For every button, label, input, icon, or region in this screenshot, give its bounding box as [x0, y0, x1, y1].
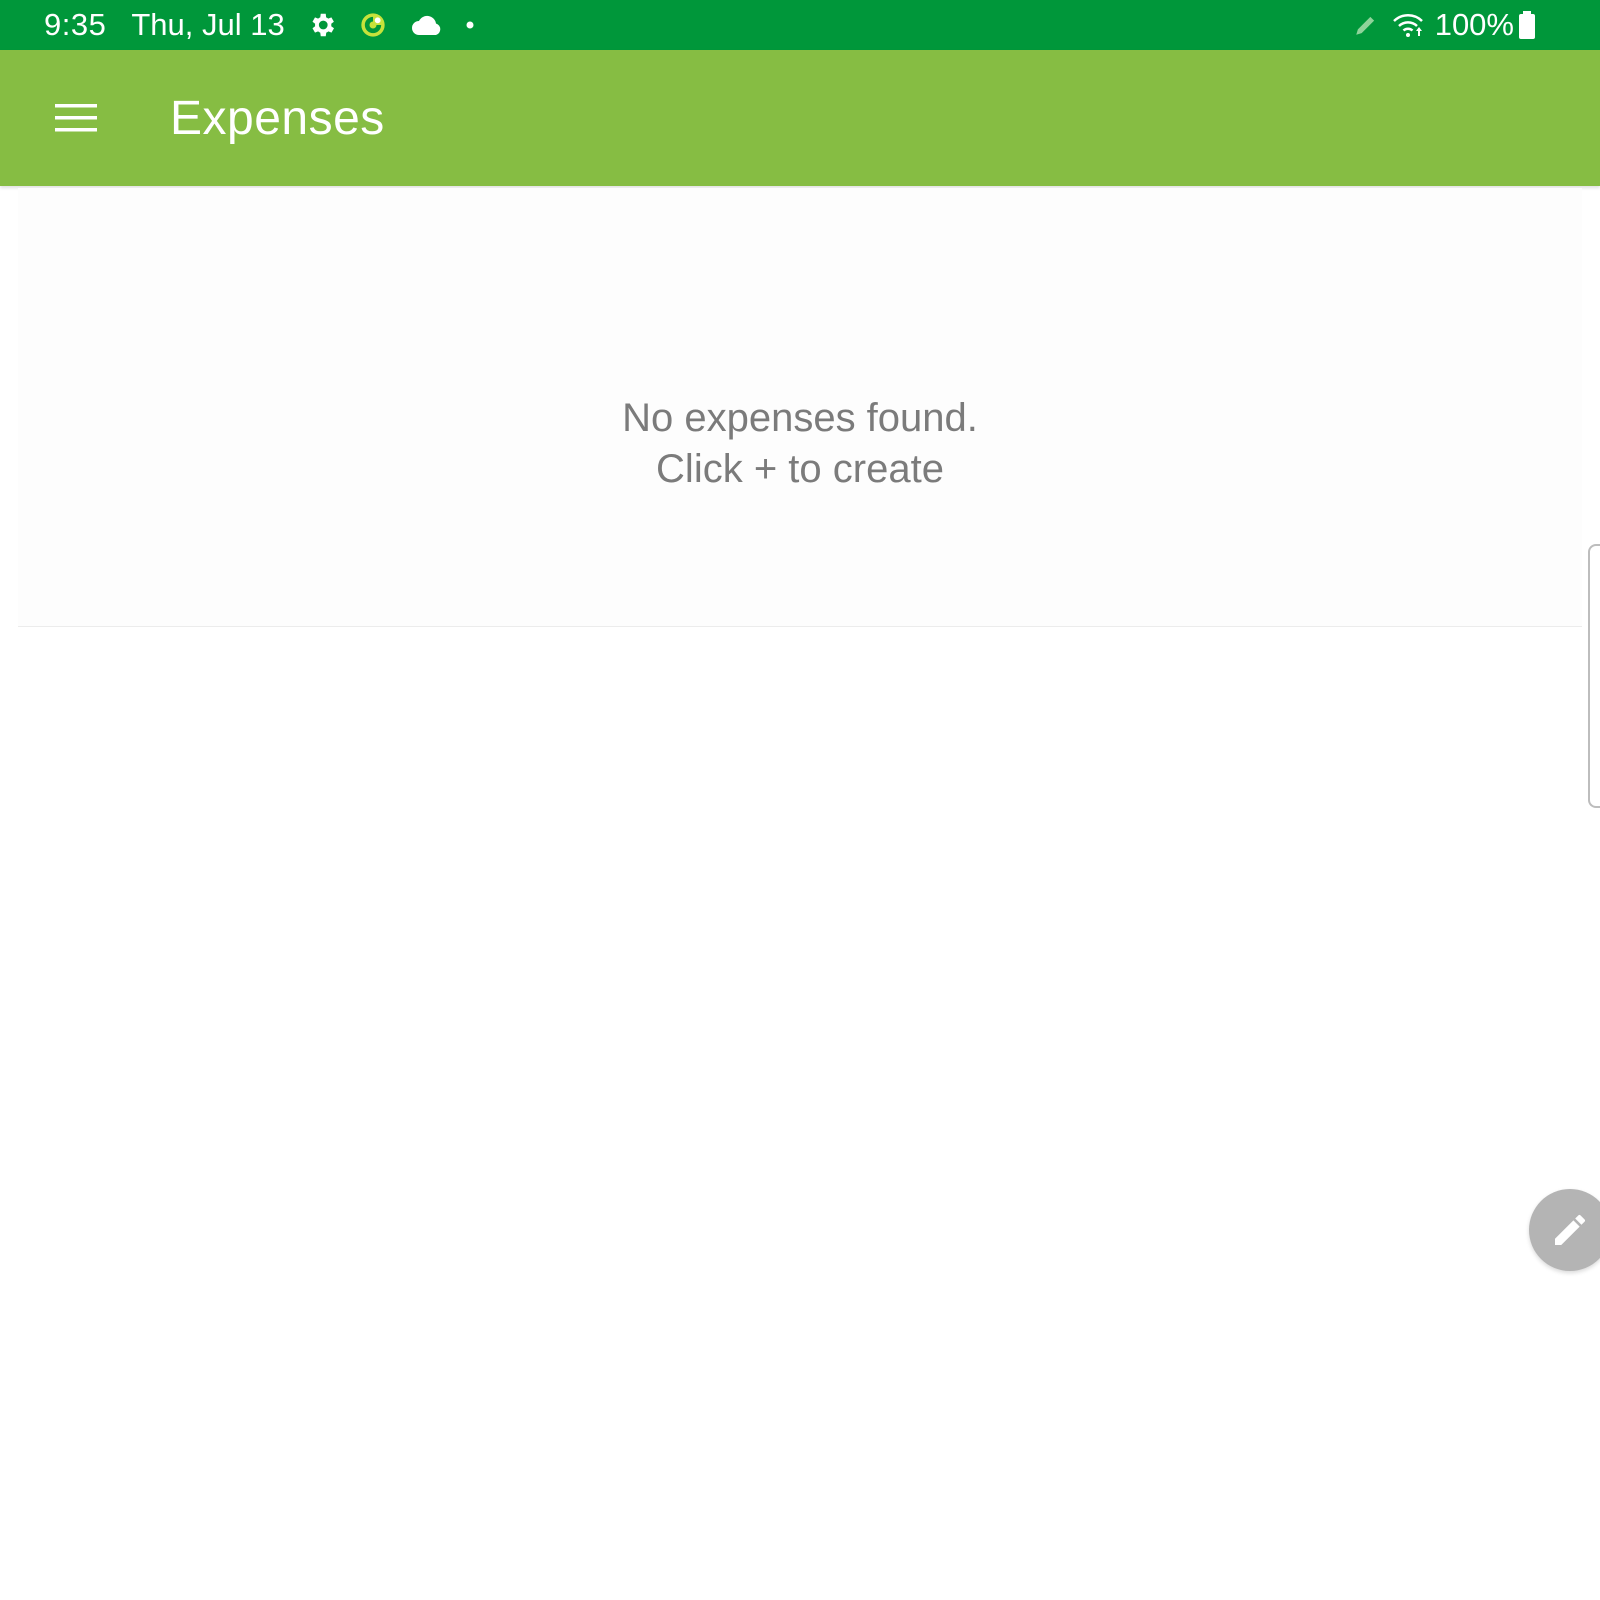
status-right-group: 100% — [1331, 7, 1536, 43]
pencil-icon — [1555, 1214, 1585, 1245]
status-date: Thu, Jul 13 — [131, 7, 285, 42]
hamburger-menu-button[interactable] — [38, 80, 114, 156]
empty-state-line-2: Click + to create — [656, 447, 944, 491]
status-left-group: 9:35 Thu, Jul 13 — [44, 7, 475, 43]
dot-icon — [465, 20, 475, 30]
hamburger-menu-icon — [55, 104, 97, 132]
battery-percent: 100% — [1434, 7, 1514, 42]
page-title: Expenses — [170, 91, 385, 145]
app-notification-icon — [359, 11, 387, 39]
empty-state-message: No expenses found. Click + to create — [0, 393, 1600, 495]
status-bar: 9:35 Thu, Jul 13 100% — [0, 0, 1600, 50]
main-content: No expenses found. Click + to create — [0, 188, 1600, 1600]
cloud-icon — [409, 13, 443, 37]
app-bar: Expenses — [0, 50, 1600, 186]
pen-icon — [1353, 12, 1379, 38]
gear-icon — [307, 10, 337, 40]
wifi-icon — [1391, 11, 1425, 39]
empty-state-line-1: No expenses found. — [622, 396, 978, 440]
battery-icon — [1518, 11, 1536, 39]
status-time: 9:35 — [44, 7, 107, 42]
side-panel-handle[interactable] — [1588, 544, 1600, 808]
